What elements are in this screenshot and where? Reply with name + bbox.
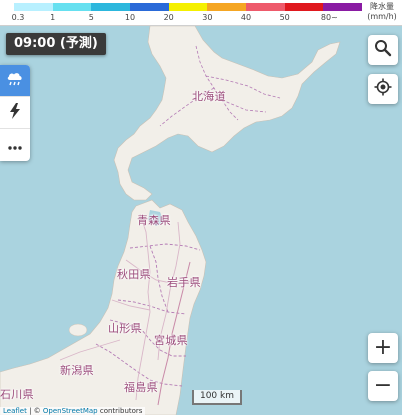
legend-segment (246, 3, 285, 11)
legend-tick-label: 50 (279, 13, 290, 22)
legend-tick-label: 80~ (320, 13, 338, 22)
legend-tick-label: 10 (124, 13, 136, 22)
precipitation-legend: 0.3 1 5 10 20 30 40 50 80~ 降水量 (mm/h) (0, 0, 402, 26)
attribution-separator: | © (26, 407, 43, 415)
legend-segment (52, 3, 92, 11)
legend-unit-title: 降水量 (370, 2, 394, 11)
lightning-layer-button[interactable] (0, 97, 30, 129)
rain-cloud-icon (6, 71, 24, 91)
search-icon (374, 39, 392, 61)
legend-segment (91, 3, 131, 11)
minus-icon: − (373, 373, 393, 398)
lightning-icon (8, 102, 22, 123)
label-akita: 秋田県 (117, 268, 151, 281)
label-aomori: 青森県 (137, 214, 171, 227)
locate-icon (374, 78, 392, 100)
locate-button[interactable] (368, 74, 398, 104)
map-app: 北海道 青森県 秋田県 岩手県 山形県 宮城県 新潟県 福島県 石川県 0.3 1… (0, 0, 402, 415)
legend-segment (168, 3, 208, 11)
map-tiles (0, 0, 402, 415)
legend-tick-label: 40 (240, 13, 252, 22)
attribution-contributors: contributors (97, 407, 143, 415)
map-attribution: Leaflet | © OpenStreetMap contributors (0, 407, 146, 415)
search-button[interactable] (368, 35, 398, 65)
legend-tick-label: 30 (202, 13, 213, 22)
label-hokkaido: 北海道 (192, 90, 226, 103)
leaflet-link[interactable]: Leaflet (3, 407, 27, 415)
islet (164, 27, 172, 33)
label-iwate: 岩手県 (167, 276, 201, 289)
legend-segment (284, 3, 324, 11)
more-icon (7, 136, 23, 155)
legend-tick-label: 20 (163, 13, 174, 22)
osm-link[interactable]: OpenStreetMap (43, 407, 98, 415)
rain-layer-button[interactable] (0, 65, 30, 97)
scale-bar: 100 km (192, 390, 242, 405)
legend-color-bar (14, 3, 363, 11)
legend-segment (207, 3, 247, 11)
label-fukushima: 福島県 (124, 381, 158, 394)
legend-unit: 降水量 (mm/h) (364, 2, 400, 22)
legend-segment (130, 3, 169, 11)
map-canvas[interactable]: 北海道 青森県 秋田県 岩手県 山形県 宮城県 新潟県 福島県 石川県 (0, 0, 402, 415)
zoom-out-button[interactable]: − (368, 371, 398, 401)
legend-segment (14, 3, 53, 11)
forecast-time-label[interactable]: 09:00 (予測) (6, 33, 106, 55)
label-niigata: 新潟県 (60, 364, 94, 377)
legend-tick-label: 5 (88, 13, 94, 22)
label-yamagata: 山形県 (108, 322, 142, 335)
label-ishikawa: 石川県 (0, 388, 34, 401)
label-miyagi: 宮城県 (154, 334, 188, 347)
plus-icon: + (373, 335, 393, 360)
legend-ticks: 0.3 1 5 10 20 30 40 50 80~ (11, 13, 362, 25)
layer-panel (0, 65, 30, 161)
legend-tick-label: 0.3 (11, 13, 25, 22)
legend-segment (323, 3, 363, 11)
zoom-in-button[interactable]: + (368, 333, 398, 363)
sado-island (68, 323, 88, 337)
legend-unit-value: (mm/h) (367, 12, 397, 21)
legend-tick-label: 1 (50, 13, 56, 22)
more-layers-button[interactable] (0, 129, 30, 161)
